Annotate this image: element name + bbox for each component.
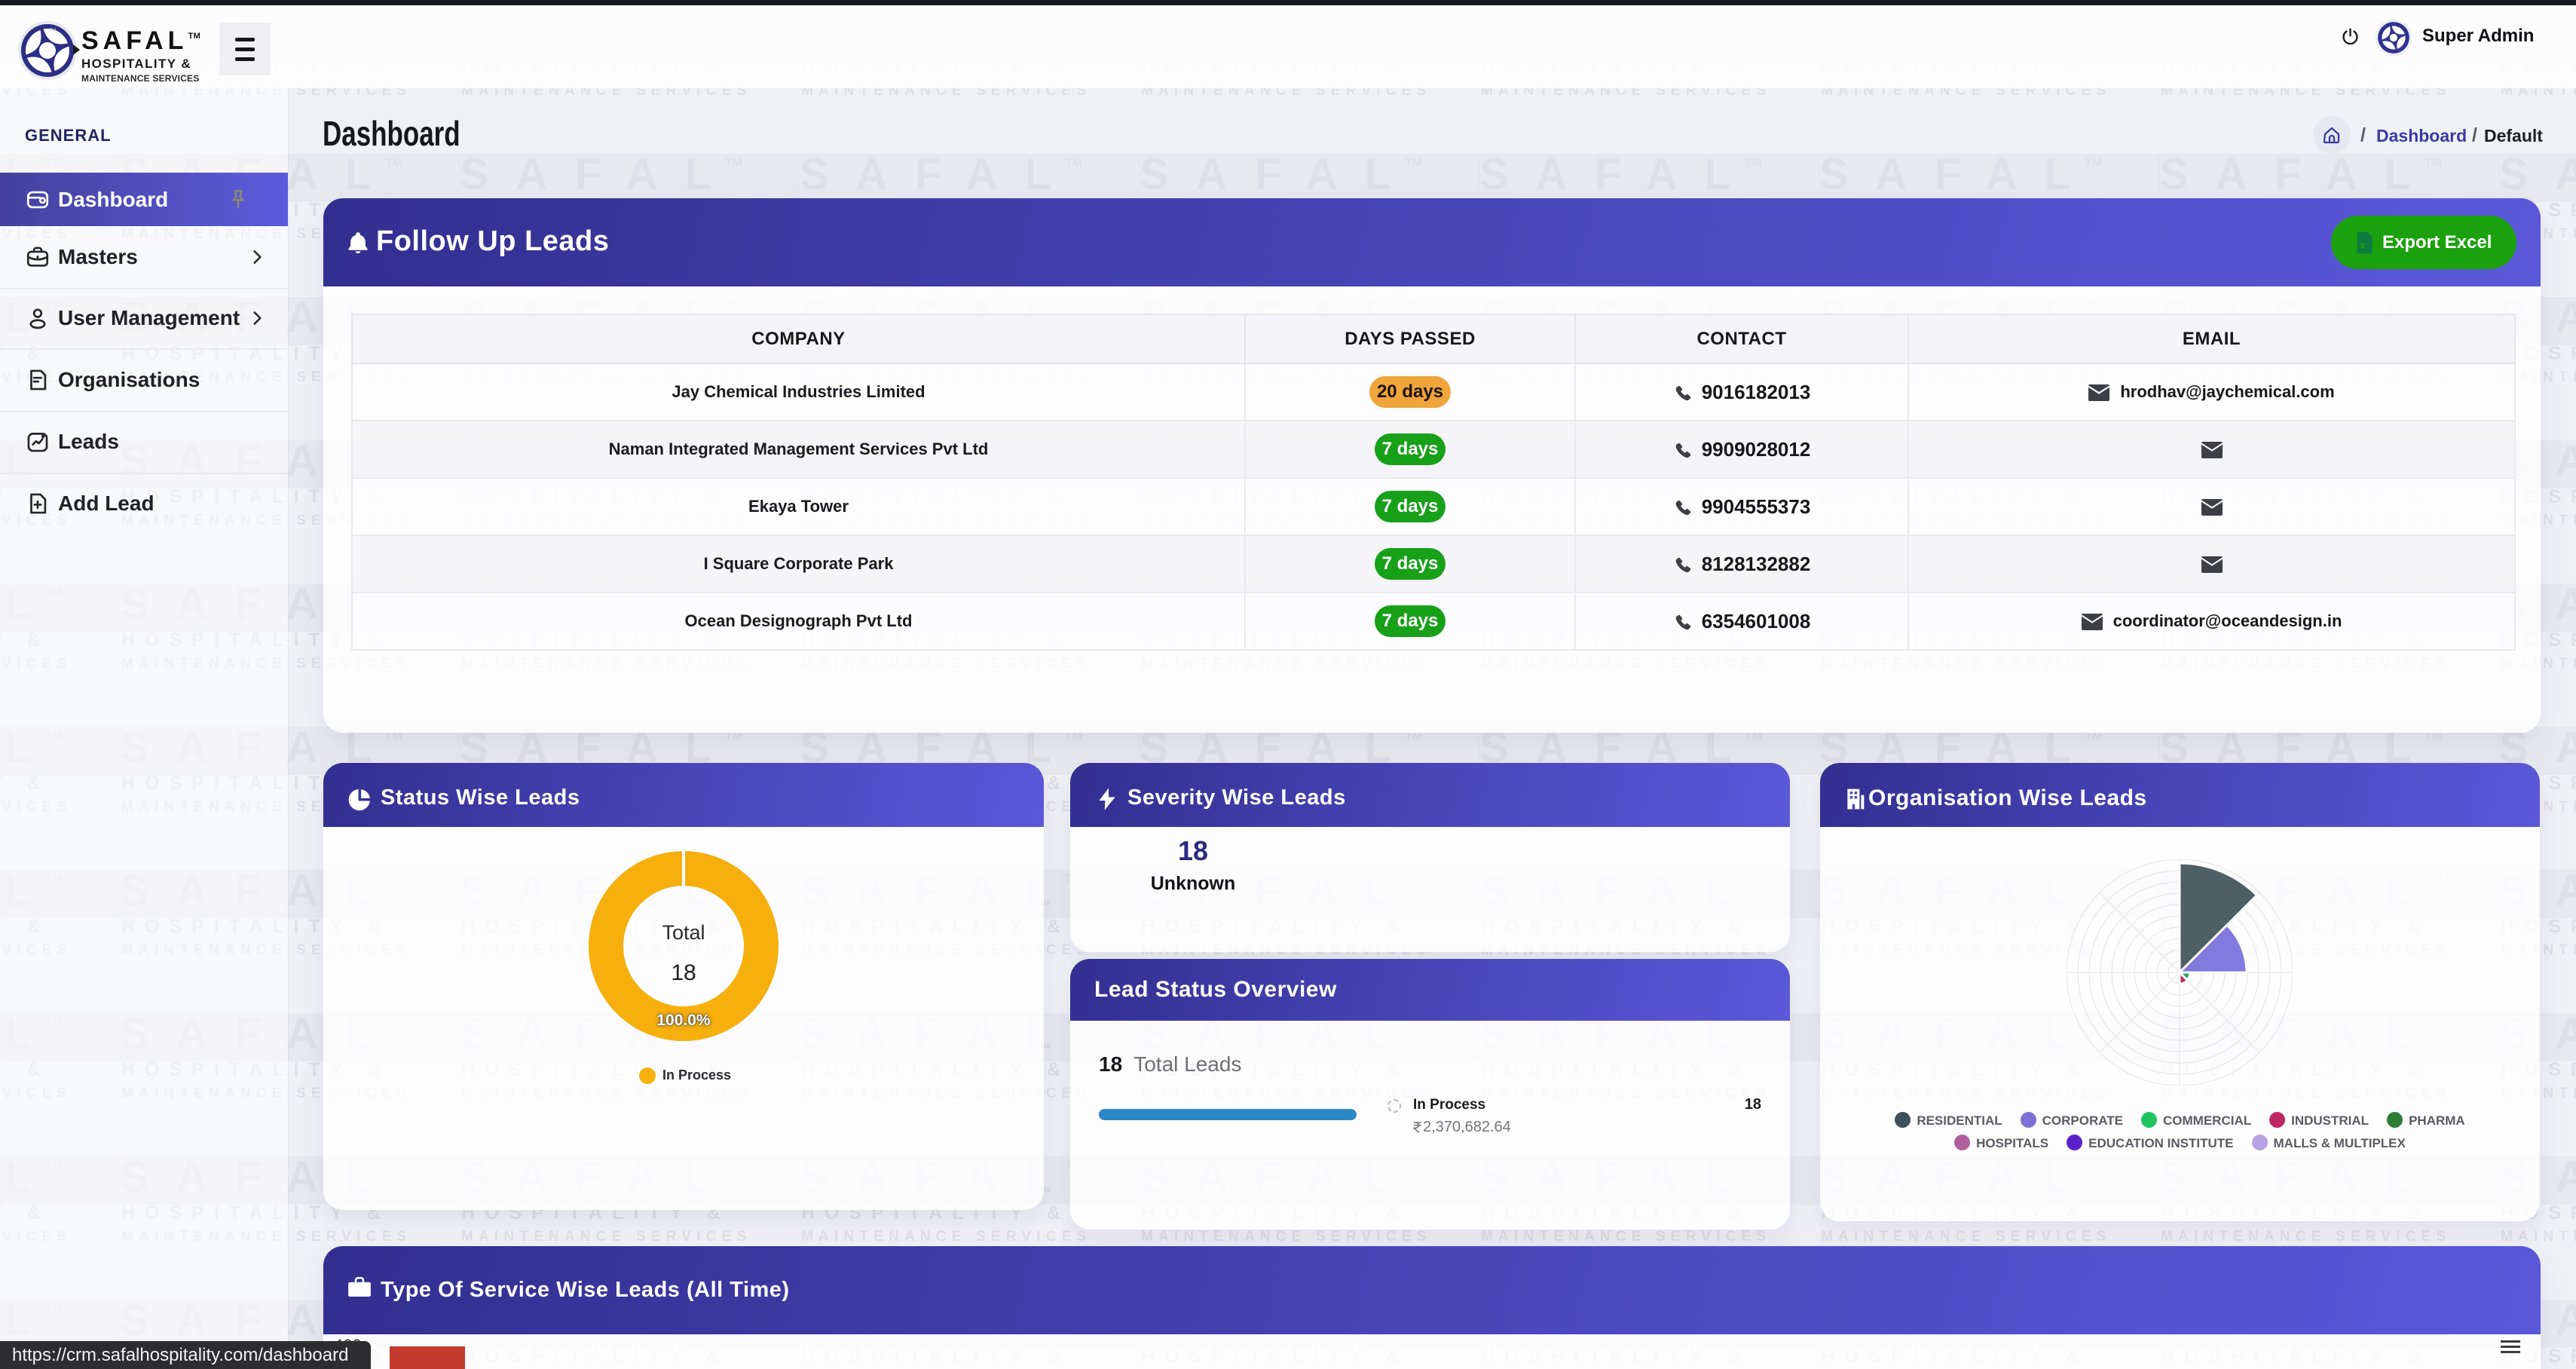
svg-text:TM: TM: [49, 28, 56, 33]
svg-text:x: x: [2360, 240, 2366, 251]
